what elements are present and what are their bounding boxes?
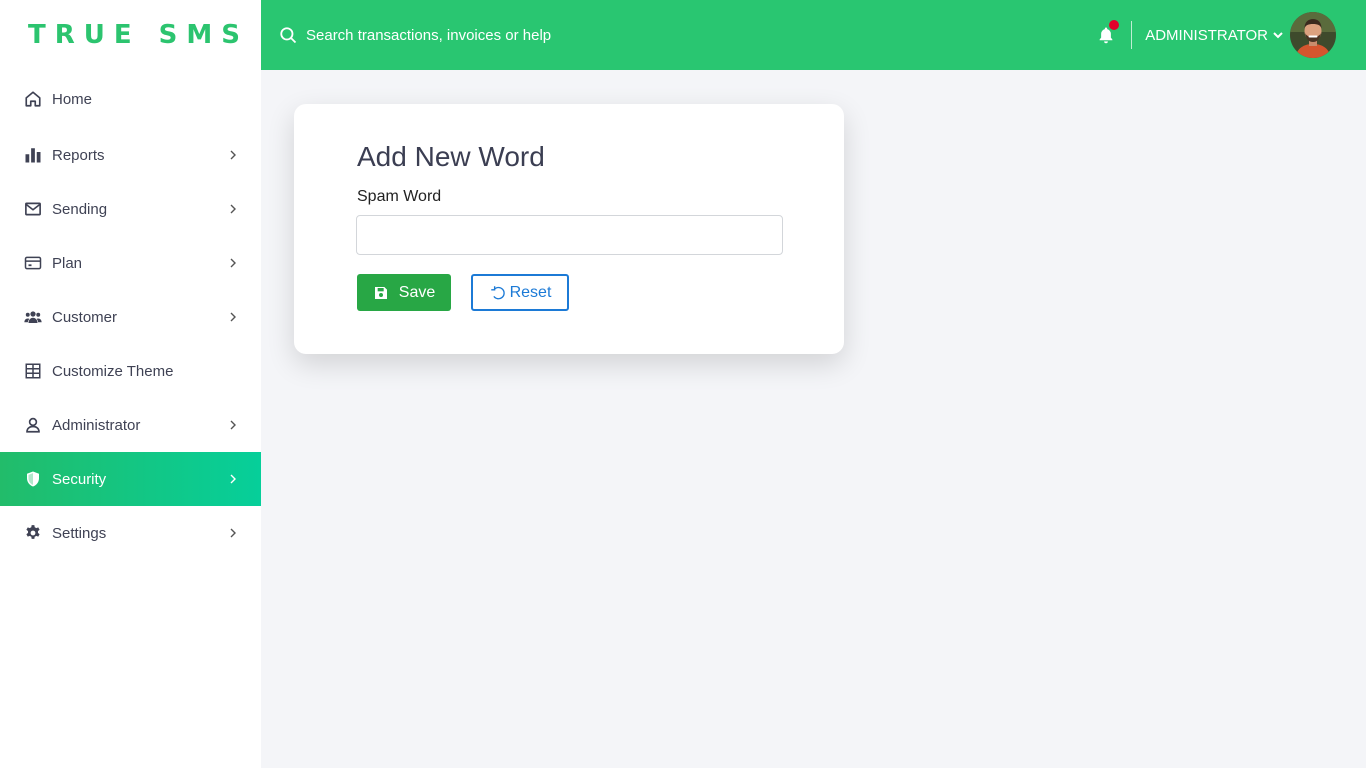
sidebar-item-label: Plan xyxy=(52,254,83,272)
header-divider xyxy=(1131,21,1133,49)
avatar[interactable] xyxy=(1290,12,1336,58)
user-menu[interactable]: ADMINISTRATOR xyxy=(1145,12,1336,58)
sidebar-item-label: Security xyxy=(52,470,107,488)
header-actions: ADMINISTRATOR xyxy=(1095,0,1366,70)
sidebar-item-sending[interactable]: Sending xyxy=(0,182,261,236)
chevron-down-icon xyxy=(1272,29,1284,41)
sidebar-nav: Home Reports Sending Plan Customer Custo… xyxy=(0,70,261,560)
save-label: Save xyxy=(398,283,436,301)
brand-logo[interactable]: TRUE SMS xyxy=(0,0,261,70)
sidebar-item-home[interactable]: Home xyxy=(0,70,261,128)
notification-button[interactable] xyxy=(1095,20,1120,46)
search-bar xyxy=(261,0,1095,70)
reset-label: Reset xyxy=(509,283,552,301)
shield-icon xyxy=(24,470,42,488)
mail-icon xyxy=(24,200,42,218)
user-name: ADMINISTRATOR xyxy=(1145,26,1268,44)
page-title: Add New Word xyxy=(357,141,545,172)
form-actions: Save Reset xyxy=(357,274,782,311)
chevron-right-icon xyxy=(227,149,239,161)
search-icon xyxy=(280,27,297,44)
sidebar-item-label: Sending xyxy=(52,200,108,218)
add-word-card: Add New Word Spam Word Save Reset xyxy=(294,104,844,354)
search-input[interactable] xyxy=(306,26,706,44)
gear-icon xyxy=(24,524,42,542)
chevron-right-icon xyxy=(227,473,239,485)
sidebar-item-settings[interactable]: Settings xyxy=(0,506,261,560)
chevron-right-icon xyxy=(227,527,239,539)
chevron-right-icon xyxy=(227,419,239,431)
home-icon xyxy=(24,90,42,108)
bar-chart-icon xyxy=(24,146,42,164)
sidebar-item-plan[interactable]: Plan xyxy=(0,236,261,290)
sidebar-item-label: Reports xyxy=(52,146,105,164)
users-icon xyxy=(24,308,42,326)
chevron-right-icon xyxy=(227,311,239,323)
sidebar-item-customer[interactable]: Customer xyxy=(0,290,261,344)
credit-card-icon xyxy=(24,254,42,272)
sidebar-item-label: Customize Theme xyxy=(52,362,174,380)
sidebar-item-label: Home xyxy=(52,90,93,108)
chevron-right-icon xyxy=(227,203,239,215)
reset-button[interactable]: Reset xyxy=(471,274,569,311)
spam-word-label: Spam Word xyxy=(357,188,442,205)
user-icon xyxy=(24,416,42,434)
chevron-right-icon xyxy=(227,257,239,269)
save-icon xyxy=(374,286,387,299)
top-bar: ADMINISTRATOR xyxy=(261,0,1366,70)
sidebar-item-label: Customer xyxy=(52,308,118,326)
sidebar-item-label: Settings xyxy=(52,524,107,542)
notification-badge xyxy=(1109,20,1120,30)
save-button[interactable]: Save xyxy=(357,274,451,311)
sidebar: TRUE SMS Home Reports Sending Plan Custo… xyxy=(0,0,261,768)
undo-icon xyxy=(490,285,505,299)
sidebar-item-customize-theme[interactable]: Customize Theme xyxy=(0,344,261,398)
sidebar-item-reports[interactable]: Reports xyxy=(0,128,261,182)
spam-word-input[interactable] xyxy=(356,215,783,255)
sidebar-item-security[interactable]: Security xyxy=(0,452,261,506)
grid-icon xyxy=(24,362,42,380)
sidebar-item-administrator[interactable]: Administrator xyxy=(0,398,261,452)
sidebar-item-label: Administrator xyxy=(52,416,141,434)
